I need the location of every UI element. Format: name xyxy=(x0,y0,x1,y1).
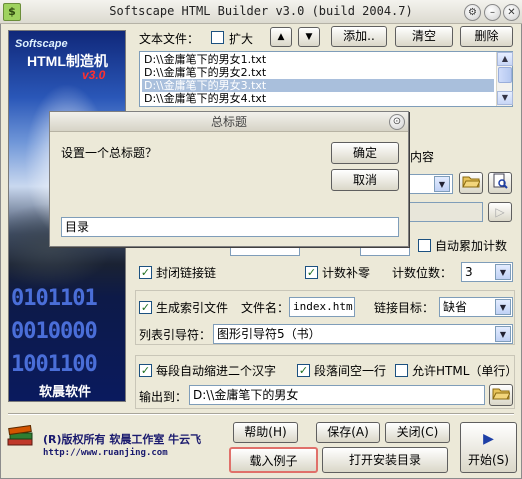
count-pad-label: 计数补零 xyxy=(322,266,371,280)
splash-version: v3.0 xyxy=(82,68,106,82)
load-example-button[interactable]: 载入例子 xyxy=(229,447,318,473)
file-list-scrollbar[interactable]: ▲ ▼ xyxy=(496,52,513,106)
splash-digits-row: 1001100 xyxy=(11,352,98,377)
expand-label: 扩大 xyxy=(229,32,254,46)
minimize-button[interactable]: – xyxy=(484,4,501,21)
scroll-thumb[interactable] xyxy=(498,67,512,83)
link-target-label: 链接目标： xyxy=(374,301,435,315)
auto-add-count-label: 自动累加计数 xyxy=(435,239,508,253)
move-down-button[interactable]: ▼ xyxy=(298,27,320,47)
list-item[interactable]: D:\\金庸笔下的男女1.txt xyxy=(142,53,494,66)
list-item-selected[interactable]: D:\\金庸笔下的男女3.txt xyxy=(142,79,494,92)
ok-button[interactable]: 确定 xyxy=(331,142,399,164)
disabled-field xyxy=(409,202,483,222)
browse-folder-icon[interactable] xyxy=(489,384,513,406)
chevron-down-icon[interactable]: ▼ xyxy=(495,264,511,280)
close-link-checkbox[interactable]: ✓ xyxy=(139,266,152,279)
expand-checkbox[interactable] xyxy=(211,31,224,44)
open-install-dir-button[interactable]: 打开安装目录 xyxy=(322,447,448,473)
close-button[interactable]: ✕ xyxy=(503,4,520,21)
open-folder-icon[interactable] xyxy=(459,172,483,194)
cancel-button[interactable]: 取消 xyxy=(331,169,399,191)
gen-index-checkbox[interactable]: ✓ xyxy=(139,301,152,314)
chevron-down-icon[interactable]: ▼ xyxy=(434,176,450,192)
indent-label: 每段自动缩进二个汉字 xyxy=(156,364,277,378)
scroll-up-icon[interactable]: ▲ xyxy=(497,52,513,66)
scroll-down-icon[interactable]: ▼ xyxy=(497,91,513,105)
para-space-label: 段落间空一行 xyxy=(314,364,387,378)
preview-icon[interactable] xyxy=(488,172,512,194)
auto-add-count-checkbox[interactable] xyxy=(418,239,431,252)
books-icon xyxy=(7,425,33,446)
window-title: Softscape HTML Builder v3.0 (build 2004.… xyxy=(109,4,413,18)
splash-digits-row: 0101101 xyxy=(11,286,98,311)
splash-footer: 软晨软件 xyxy=(39,385,92,400)
move-up-button[interactable]: ▲ xyxy=(270,27,292,47)
play-icon: ▶ xyxy=(483,431,494,447)
clear-button[interactable]: 清空 xyxy=(395,26,453,47)
filename-input[interactable]: index.htm xyxy=(289,297,355,317)
title-dialog: 总标题 ⊙ 设置一个总标题？ 确定 取消 目录 xyxy=(49,111,409,247)
file-list[interactable]: D:\\金庸笔下的男女1.txt D:\\金庸笔下的男女2.txt D:\\金庸… xyxy=(139,51,513,107)
close-link-label: 封闭链接链 xyxy=(156,266,217,280)
count-digits-label: 计数位数： xyxy=(392,266,453,280)
gen-index-label: 生成索引文件 xyxy=(156,301,229,315)
close-app-button[interactable]: 关闭(C) xyxy=(385,422,450,443)
chevron-down-icon[interactable]: ▼ xyxy=(495,326,511,342)
files-label: 文本文件： xyxy=(139,32,200,46)
count-pad-checkbox[interactable]: ✓ xyxy=(305,266,318,279)
play-disabled-icon: ▷ xyxy=(488,202,512,222)
list-guide-label: 列表引导符： xyxy=(139,328,212,342)
para-space-checkbox[interactable]: ✓ xyxy=(297,364,310,377)
add-button[interactable]: 添加.. xyxy=(331,26,387,47)
allow-html-checkbox[interactable] xyxy=(395,364,408,377)
list-item[interactable]: D:\\金庸笔下的男女2.txt xyxy=(142,66,494,79)
output-path-input[interactable]: D:\\金庸笔下的男女 xyxy=(189,385,485,405)
splash-digits-row: 0010000 xyxy=(11,319,98,344)
dialog-title[interactable]: 总标题 xyxy=(50,112,408,132)
help-button[interactable]: 帮助(H) xyxy=(233,422,298,443)
content-label: 内容 xyxy=(410,150,435,164)
start-label: 开始(S) xyxy=(468,453,509,467)
delete-button[interactable]: 删除 xyxy=(460,26,513,47)
indent-checkbox[interactable]: ✓ xyxy=(139,364,152,377)
allow-html-label: 允许HTML（单行） xyxy=(412,364,518,378)
splash-brand: Softscape xyxy=(15,38,68,50)
footer-separator xyxy=(8,413,514,415)
settings-icon[interactable]: ⚙ xyxy=(464,4,481,21)
save-button[interactable]: 保存(A) xyxy=(316,422,380,443)
website-url: http://www.ruanjing.com xyxy=(43,448,168,458)
filename-label: 文件名： xyxy=(241,301,290,315)
dialog-close-icon[interactable]: ⊙ xyxy=(389,114,405,130)
output-label: 输出到： xyxy=(139,390,188,404)
start-button[interactable]: ▶ 开始(S) xyxy=(460,422,517,473)
chevron-down-icon[interactable]: ▼ xyxy=(495,299,511,315)
list-guide-select[interactable]: 图形引导符5（书） xyxy=(213,324,513,344)
dialog-prompt: 设置一个总标题？ xyxy=(61,146,158,160)
title-input[interactable]: 目录 xyxy=(61,217,399,237)
list-item[interactable]: D:\\金庸笔下的男女4.txt xyxy=(142,92,494,105)
copyright-text: (R)版权所有 软晨工作室 牛云飞 xyxy=(43,433,202,446)
